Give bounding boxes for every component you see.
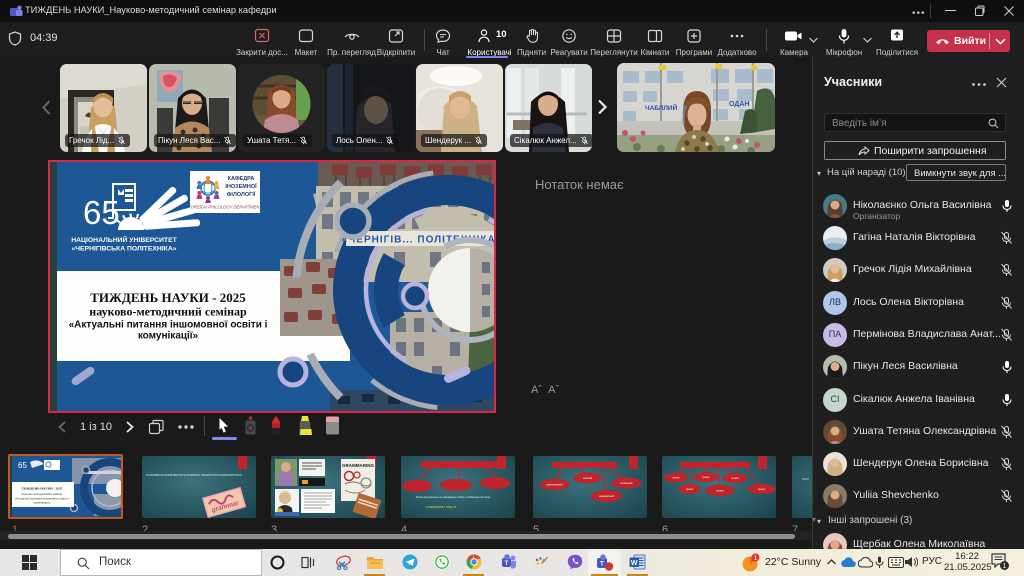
svg-text:тренінг: тренінг bbox=[758, 488, 766, 491]
svg-text:ФІЛОЛОГІЇ: ФІЛОЛОГІЇ bbox=[227, 191, 256, 198]
svg-text:T: T bbox=[600, 561, 604, 568]
svg-text:1: 1 bbox=[754, 555, 758, 562]
svg-text:академічний: академічний bbox=[599, 494, 615, 498]
svg-text:комунікації»: комунікації» bbox=[138, 331, 199, 342]
svg-text:тренінг: тренінг bbox=[686, 488, 694, 491]
svg-text:ОСОБЛИВОСТІ ФОРМУВАННЯ ТА РОЗВ: ОСОБЛИВОСТІ ФОРМУВАННЯ ТА РОЗВИТКУ ГРАМА… bbox=[146, 474, 243, 477]
svg-text:тренінг: тренінг bbox=[702, 476, 710, 479]
svg-text:ТИЖДЕНЬ НАУКИ - 2025: ТИЖДЕНЬ НАУКИ - 2025 bbox=[90, 290, 246, 305]
svg-text:W: W bbox=[631, 560, 638, 567]
svg-text:комунікації»: комунікації» bbox=[34, 501, 51, 505]
svg-text:тренінг: тренінг bbox=[716, 490, 724, 493]
svg-text:«ЧЕРНІГІВСЬКА ПОЛІТЕХНІКА»: «ЧЕРНІГІВСЬКА ПОЛІТЕХНІКА» bbox=[71, 246, 176, 253]
svg-text:науково-методичний семінар: науково-методичний семінар bbox=[89, 305, 247, 319]
svg-text:ОДАН: ОДАН bbox=[729, 101, 749, 108]
svg-text:GRAMMARING: GRAMMARING bbox=[342, 463, 374, 468]
svg-text:освітній: освітній bbox=[583, 476, 593, 480]
svg-text:T: T bbox=[505, 561, 509, 567]
svg-text:65: 65 bbox=[83, 194, 120, 231]
svg-text:1: 1 bbox=[1003, 563, 1007, 570]
svg-text:ЧАБЛЛИЙ: ЧАБЛЛИЙ bbox=[645, 103, 678, 112]
svg-text:науково-методичний семінар: науково-методичний семінар bbox=[22, 492, 63, 496]
svg-text:НАЦІОНАЛЬНИЙ УНІВЕРСИТЕТ: НАЦІОНАЛЬНИЙ УНІВЕРСИТЕТ bbox=[71, 235, 177, 244]
svg-text:космічний: космічний bbox=[621, 481, 633, 485]
svg-text:тренінг: тренінг bbox=[672, 477, 680, 480]
svg-text:тренінг: тренінг bbox=[731, 477, 739, 480]
svg-text:ТИЖДЕНЬ НАУКИ - 2025: ТИЖДЕНЬ НАУКИ - 2025 bbox=[22, 487, 63, 491]
svg-text:ІНОЗЕМНОЇ: ІНОЗЕМНОЇ bbox=[225, 183, 257, 190]
svg-text:FOREIGN PHILOLOGY DEPARTMENT: FOREIGN PHILOLOGY DEPARTMENT bbox=[188, 205, 262, 210]
svg-text:КАФЕДРА: КАФЕДРА bbox=[228, 176, 255, 182]
svg-text:ОСО: ОСО bbox=[802, 477, 809, 481]
svg-text:65: 65 bbox=[18, 461, 27, 470]
svg-text:у емігрантів і тому ін: у емігрантів і тому ін bbox=[426, 505, 457, 509]
svg-text:мовленнєвий: мовленнєвий bbox=[547, 483, 564, 487]
svg-text:Мова внутрішньо та зовнішньо с: Мова внутрішньо та зовнішньо стійка, ста… bbox=[416, 495, 491, 499]
svg-text:«Актуальні питання іншомовної: «Актуальні питання іншомовної освіти і bbox=[69, 320, 268, 331]
